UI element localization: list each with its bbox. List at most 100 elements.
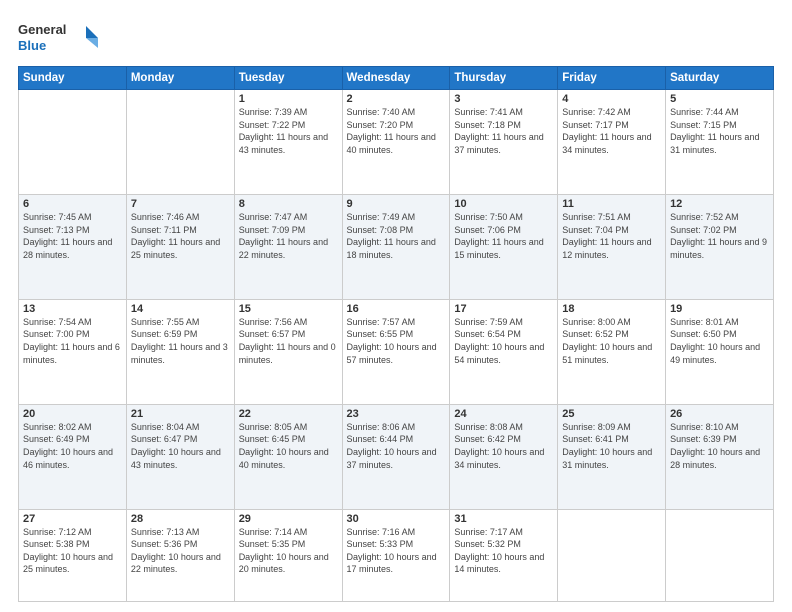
cell-info: Sunrise: 7:49 AMSunset: 7:08 PMDaylight:… xyxy=(347,211,446,261)
cell-info: Sunrise: 7:52 AMSunset: 7:02 PMDaylight:… xyxy=(670,211,769,261)
cell-info: Sunrise: 8:05 AMSunset: 6:45 PMDaylight:… xyxy=(239,421,338,471)
cell-info: Sunrise: 7:44 AMSunset: 7:15 PMDaylight:… xyxy=(670,106,769,156)
cell-info: Sunrise: 7:59 AMSunset: 6:54 PMDaylight:… xyxy=(454,316,553,366)
day-number: 26 xyxy=(670,408,769,420)
day-number: 25 xyxy=(562,408,661,420)
calendar-cell: 15Sunrise: 7:56 AMSunset: 6:57 PMDayligh… xyxy=(234,299,342,404)
day-number: 8 xyxy=(239,198,338,210)
calendar-cell: 20Sunrise: 8:02 AMSunset: 6:49 PMDayligh… xyxy=(19,404,127,509)
cell-info: Sunrise: 7:39 AMSunset: 7:22 PMDaylight:… xyxy=(239,106,338,156)
calendar-cell: 14Sunrise: 7:55 AMSunset: 6:59 PMDayligh… xyxy=(126,299,234,404)
day-number: 11 xyxy=(562,198,661,210)
day-number: 23 xyxy=(347,408,446,420)
cell-info: Sunrise: 7:45 AMSunset: 7:13 PMDaylight:… xyxy=(23,211,122,261)
day-number: 30 xyxy=(347,513,446,525)
day-number: 9 xyxy=(347,198,446,210)
day-number: 12 xyxy=(670,198,769,210)
calendar-cell: 24Sunrise: 8:08 AMSunset: 6:42 PMDayligh… xyxy=(450,404,558,509)
cell-info: Sunrise: 7:42 AMSunset: 7:17 PMDaylight:… xyxy=(562,106,661,156)
cell-info: Sunrise: 7:56 AMSunset: 6:57 PMDaylight:… xyxy=(239,316,338,366)
weekday-header-sunday: Sunday xyxy=(19,67,127,90)
calendar-cell: 18Sunrise: 8:00 AMSunset: 6:52 PMDayligh… xyxy=(558,299,666,404)
day-number: 16 xyxy=(347,303,446,315)
cell-info: Sunrise: 8:01 AMSunset: 6:50 PMDaylight:… xyxy=(670,316,769,366)
svg-text:General: General xyxy=(18,22,66,37)
calendar-cell: 23Sunrise: 8:06 AMSunset: 6:44 PMDayligh… xyxy=(342,404,450,509)
calendar-cell xyxy=(126,90,234,195)
cell-info: Sunrise: 7:47 AMSunset: 7:09 PMDaylight:… xyxy=(239,211,338,261)
header: General Blue xyxy=(18,18,774,58)
day-number: 17 xyxy=(454,303,553,315)
cell-info: Sunrise: 7:54 AMSunset: 7:00 PMDaylight:… xyxy=(23,316,122,366)
logo-svg: General Blue xyxy=(18,18,98,58)
day-number: 20 xyxy=(23,408,122,420)
calendar-cell: 9Sunrise: 7:49 AMSunset: 7:08 PMDaylight… xyxy=(342,194,450,299)
day-number: 28 xyxy=(131,513,230,525)
cell-info: Sunrise: 8:10 AMSunset: 6:39 PMDaylight:… xyxy=(670,421,769,471)
calendar-cell: 11Sunrise: 7:51 AMSunset: 7:04 PMDayligh… xyxy=(558,194,666,299)
cell-info: Sunrise: 7:40 AMSunset: 7:20 PMDaylight:… xyxy=(347,106,446,156)
calendar-cell: 8Sunrise: 7:47 AMSunset: 7:09 PMDaylight… xyxy=(234,194,342,299)
calendar-cell: 22Sunrise: 8:05 AMSunset: 6:45 PMDayligh… xyxy=(234,404,342,509)
weekday-header-row: SundayMondayTuesdayWednesdayThursdayFrid… xyxy=(19,67,774,90)
calendar-cell: 2Sunrise: 7:40 AMSunset: 7:20 PMDaylight… xyxy=(342,90,450,195)
weekday-header-wednesday: Wednesday xyxy=(342,67,450,90)
calendar-week-row: 27Sunrise: 7:12 AMSunset: 5:38 PMDayligh… xyxy=(19,509,774,601)
calendar-cell: 26Sunrise: 8:10 AMSunset: 6:39 PMDayligh… xyxy=(666,404,774,509)
cell-info: Sunrise: 8:08 AMSunset: 6:42 PMDaylight:… xyxy=(454,421,553,471)
weekday-header-monday: Monday xyxy=(126,67,234,90)
calendar-cell: 19Sunrise: 8:01 AMSunset: 6:50 PMDayligh… xyxy=(666,299,774,404)
day-number: 21 xyxy=(131,408,230,420)
day-number: 5 xyxy=(670,93,769,105)
calendar-cell: 21Sunrise: 8:04 AMSunset: 6:47 PMDayligh… xyxy=(126,404,234,509)
calendar-body: 1Sunrise: 7:39 AMSunset: 7:22 PMDaylight… xyxy=(19,90,774,602)
cell-info: Sunrise: 7:57 AMSunset: 6:55 PMDaylight:… xyxy=(347,316,446,366)
cell-info: Sunrise: 7:12 AMSunset: 5:38 PMDaylight:… xyxy=(23,526,122,576)
cell-info: Sunrise: 8:09 AMSunset: 6:41 PMDaylight:… xyxy=(562,421,661,471)
cell-info: Sunrise: 7:46 AMSunset: 7:11 PMDaylight:… xyxy=(131,211,230,261)
page: General Blue SundayMondayTuesdayWednesda… xyxy=(0,0,792,612)
calendar-cell: 17Sunrise: 7:59 AMSunset: 6:54 PMDayligh… xyxy=(450,299,558,404)
day-number: 19 xyxy=(670,303,769,315)
calendar-cell: 7Sunrise: 7:46 AMSunset: 7:11 PMDaylight… xyxy=(126,194,234,299)
calendar-cell xyxy=(19,90,127,195)
day-number: 10 xyxy=(454,198,553,210)
calendar-week-row: 13Sunrise: 7:54 AMSunset: 7:00 PMDayligh… xyxy=(19,299,774,404)
day-number: 4 xyxy=(562,93,661,105)
day-number: 27 xyxy=(23,513,122,525)
day-number: 22 xyxy=(239,408,338,420)
weekday-header-saturday: Saturday xyxy=(666,67,774,90)
calendar-cell: 29Sunrise: 7:14 AMSunset: 5:35 PMDayligh… xyxy=(234,509,342,601)
calendar-week-row: 20Sunrise: 8:02 AMSunset: 6:49 PMDayligh… xyxy=(19,404,774,509)
weekday-header-thursday: Thursday xyxy=(450,67,558,90)
calendar-cell: 16Sunrise: 7:57 AMSunset: 6:55 PMDayligh… xyxy=(342,299,450,404)
cell-info: Sunrise: 7:16 AMSunset: 5:33 PMDaylight:… xyxy=(347,526,446,576)
day-number: 2 xyxy=(347,93,446,105)
calendar-table: SundayMondayTuesdayWednesdayThursdayFrid… xyxy=(18,66,774,602)
day-number: 24 xyxy=(454,408,553,420)
calendar-cell: 10Sunrise: 7:50 AMSunset: 7:06 PMDayligh… xyxy=(450,194,558,299)
calendar-cell xyxy=(558,509,666,601)
cell-info: Sunrise: 7:50 AMSunset: 7:06 PMDaylight:… xyxy=(454,211,553,261)
cell-info: Sunrise: 7:55 AMSunset: 6:59 PMDaylight:… xyxy=(131,316,230,366)
day-number: 31 xyxy=(454,513,553,525)
day-number: 14 xyxy=(131,303,230,315)
cell-info: Sunrise: 8:06 AMSunset: 6:44 PMDaylight:… xyxy=(347,421,446,471)
day-number: 6 xyxy=(23,198,122,210)
cell-info: Sunrise: 7:13 AMSunset: 5:36 PMDaylight:… xyxy=(131,526,230,576)
calendar-cell: 25Sunrise: 8:09 AMSunset: 6:41 PMDayligh… xyxy=(558,404,666,509)
cell-info: Sunrise: 8:00 AMSunset: 6:52 PMDaylight:… xyxy=(562,316,661,366)
calendar-cell: 1Sunrise: 7:39 AMSunset: 7:22 PMDaylight… xyxy=(234,90,342,195)
day-number: 1 xyxy=(239,93,338,105)
calendar-cell: 30Sunrise: 7:16 AMSunset: 5:33 PMDayligh… xyxy=(342,509,450,601)
weekday-header-tuesday: Tuesday xyxy=(234,67,342,90)
calendar-week-row: 6Sunrise: 7:45 AMSunset: 7:13 PMDaylight… xyxy=(19,194,774,299)
calendar-cell: 3Sunrise: 7:41 AMSunset: 7:18 PMDaylight… xyxy=(450,90,558,195)
day-number: 3 xyxy=(454,93,553,105)
calendar-cell: 27Sunrise: 7:12 AMSunset: 5:38 PMDayligh… xyxy=(19,509,127,601)
svg-text:Blue: Blue xyxy=(18,38,46,53)
day-number: 29 xyxy=(239,513,338,525)
cell-info: Sunrise: 8:02 AMSunset: 6:49 PMDaylight:… xyxy=(23,421,122,471)
calendar-cell: 13Sunrise: 7:54 AMSunset: 7:00 PMDayligh… xyxy=(19,299,127,404)
cell-info: Sunrise: 7:41 AMSunset: 7:18 PMDaylight:… xyxy=(454,106,553,156)
